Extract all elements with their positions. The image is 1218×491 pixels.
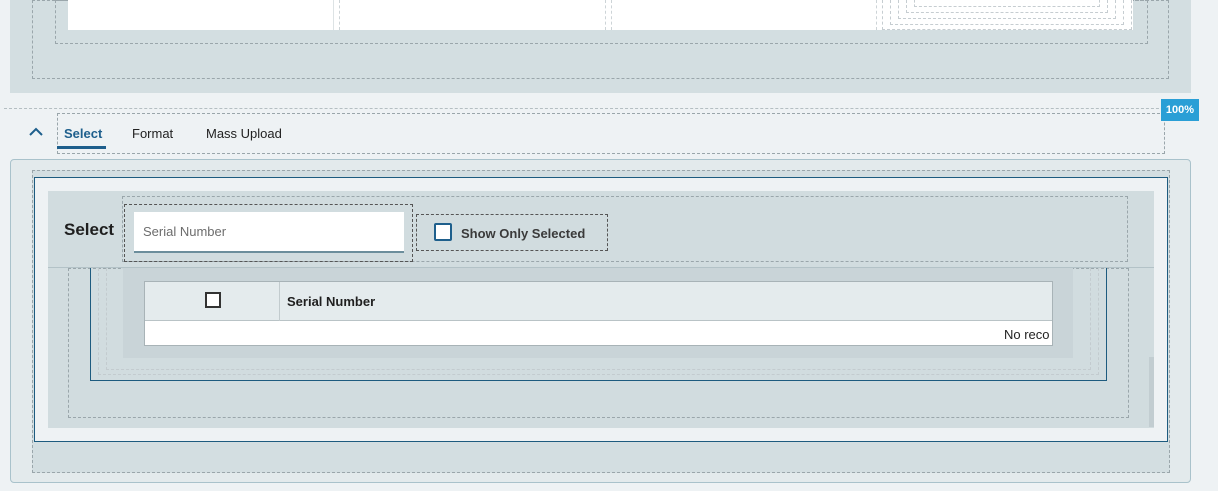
- column-header-serial-number[interactable]: Serial Number: [287, 294, 375, 309]
- header-checkbox-cell: [145, 282, 280, 321]
- table-header: Serial Number: [145, 282, 1052, 321]
- tab-select[interactable]: Select: [64, 126, 102, 141]
- zoom-badge[interactable]: 100%: [1161, 99, 1199, 121]
- show-only-selected-checkbox[interactable]: [434, 223, 452, 241]
- upper-grid-cell: [340, 0, 606, 30]
- upper-grid-cell: [612, 0, 877, 30]
- section-separator: [4, 108, 1194, 109]
- scrollbar[interactable]: [1149, 357, 1154, 427]
- active-tab-indicator: [57, 146, 106, 149]
- upper-grid-cell: [68, 0, 334, 30]
- select-title: Select: [64, 220, 115, 239]
- no-records-message: No reco: [1004, 327, 1050, 342]
- upper-grid-nested-frames: [882, 0, 1132, 30]
- serial-number-input[interactable]: [134, 212, 404, 253]
- show-only-selected-label: Show Only Selected: [461, 226, 586, 241]
- serial-number-table: Serial Number No reco: [144, 281, 1053, 346]
- chevron-up-icon: [29, 127, 43, 136]
- select-all-checkbox[interactable]: [205, 292, 221, 308]
- tab-mass-upload[interactable]: Mass Upload: [206, 126, 282, 141]
- collapse-button[interactable]: [26, 122, 46, 142]
- tab-format[interactable]: Format: [132, 126, 173, 141]
